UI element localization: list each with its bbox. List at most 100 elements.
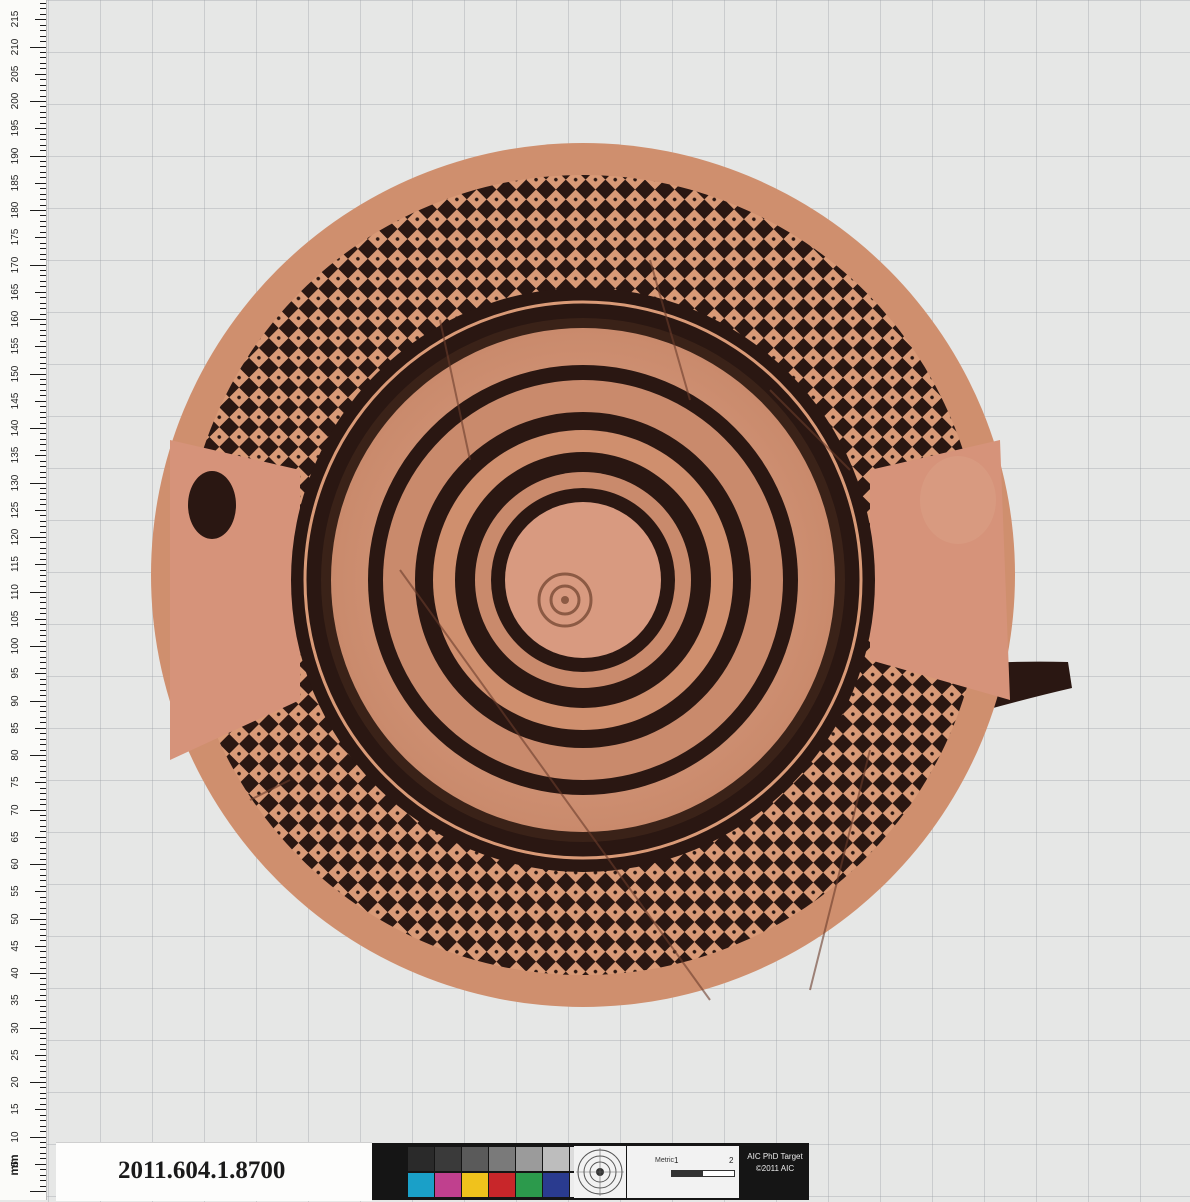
ruler-tick <box>40 133 46 135</box>
ruler-tick <box>40 520 46 522</box>
ruler-number: 105 <box>10 610 21 628</box>
ruler-number: 205 <box>10 65 21 83</box>
ruler-tick <box>40 907 46 909</box>
ruler-tick <box>40 1120 46 1122</box>
ruler-tick <box>40 41 46 43</box>
ruler-tick <box>35 1109 46 1111</box>
ruler-tick <box>30 537 46 538</box>
ruler-tick <box>40 24 46 26</box>
ruler-tick <box>40 1049 46 1051</box>
ruler-tick <box>40 259 46 261</box>
ruler-tick <box>35 618 46 620</box>
ruler-tick <box>40 880 46 882</box>
ruler-tick <box>40 139 46 141</box>
ruler-tick <box>40 798 46 800</box>
ruler-tick <box>40 705 46 707</box>
ruler-tick <box>40 689 46 691</box>
ruler-tick <box>40 531 46 533</box>
ruler-tick <box>40 411 46 413</box>
ruler-tick <box>40 771 46 773</box>
ruler-tick <box>40 542 46 544</box>
gray-swatch <box>489 1147 515 1171</box>
ruler-tick <box>35 1000 46 1002</box>
ruler-tick <box>40 504 46 506</box>
ruler-tick <box>40 231 46 233</box>
ruler-tick <box>40 1103 46 1105</box>
ruler-tick <box>40 804 46 806</box>
ruler-tick <box>40 793 46 795</box>
ruler-number: 30 <box>10 1021 21 1034</box>
ruler-tick <box>40 1022 46 1024</box>
ruler-tick <box>40 1158 46 1160</box>
ruler-tick <box>40 858 46 860</box>
ruler-tick <box>40 498 46 500</box>
ruler-tick <box>30 1027 46 1029</box>
ruler-tick <box>30 1191 46 1192</box>
ruler-tick <box>40 477 46 479</box>
ruler-tick <box>40 874 46 876</box>
mm-ruler: 5 10 15 20 25 30 35 40 45 50 55 60 65 70 75 80 85 90 95 100… <box>0 0 47 1200</box>
ruler-tick <box>40 220 46 222</box>
ruler-tick <box>40 1065 46 1067</box>
target-copyright: ©2011 AIC <box>755 1164 795 1173</box>
ruler-tick <box>40 433 46 435</box>
gray-swatch <box>462 1147 488 1171</box>
ruler-number: 110 <box>10 583 21 600</box>
ruler-tick <box>40 150 46 152</box>
ruler-tick <box>40 449 46 451</box>
color-swatch <box>408 1173 434 1197</box>
color-calibration-target: Metric 1 2 AIC PhD Target ©2011 AIC <box>372 1143 809 1200</box>
ruler-number: 60 <box>10 858 21 870</box>
ruler-tick <box>40 308 46 310</box>
ruler-tick <box>30 319 46 320</box>
ruler-tick <box>40 814 46 816</box>
scale-mark-1: 1 <box>674 1156 679 1165</box>
metric-scale: Metric 1 2 <box>627 1146 739 1198</box>
ruler-tick <box>40 1011 46 1013</box>
ruler-number: 145 <box>10 392 21 410</box>
ruler-tick <box>40 389 46 391</box>
color-swatch <box>543 1173 569 1197</box>
ruler-tick <box>40 994 46 996</box>
ruler-number: 195 <box>10 119 21 137</box>
ruler-number: 120 <box>10 528 21 546</box>
color-swatch <box>516 1173 542 1197</box>
ruler-tick <box>40 929 46 931</box>
ruler-tick <box>30 1082 46 1083</box>
ruler-tick <box>40 242 46 244</box>
ruler-tick <box>40 471 46 473</box>
ruler-tick <box>40 629 46 631</box>
ruler-number: 55 <box>10 885 21 897</box>
ruler-tick <box>40 956 46 958</box>
ruler-number: 185 <box>10 174 21 192</box>
ruler-number: 200 <box>10 92 21 110</box>
color-swatch <box>489 1173 515 1197</box>
scale-bar <box>671 1170 735 1177</box>
ruler-number: 100 <box>10 637 21 655</box>
ruler-tick <box>40 378 46 380</box>
ruler-tick <box>35 673 46 675</box>
ruler-tick <box>40 1016 46 1018</box>
ruler-tick <box>35 836 46 838</box>
ruler-tick <box>40 749 46 751</box>
ruler-tick <box>40 711 46 713</box>
color-swatch <box>462 1173 488 1197</box>
ruler-tick <box>30 918 46 920</box>
ruler-tick <box>30 809 46 811</box>
ruler-tick <box>40 171 46 173</box>
ruler-tick <box>40 1038 46 1040</box>
ruler-tick <box>40 580 46 582</box>
gray-swatch <box>435 1147 461 1171</box>
ruler-tick <box>40 602 46 604</box>
ruler-tick <box>40 547 46 549</box>
ruler-tick <box>30 373 46 375</box>
ruler-tick <box>40 248 46 250</box>
ruler-number: 50 <box>10 912 21 925</box>
accession-number: 2011.604.1.8700 <box>118 1157 286 1184</box>
ruler-tick <box>40 967 46 969</box>
ruler-tick <box>40 515 46 517</box>
ruler-tick <box>40 1152 46 1154</box>
ruler-tick <box>40 204 46 206</box>
ruler-tick <box>40 923 46 925</box>
ruler-number: 70 <box>10 803 21 816</box>
